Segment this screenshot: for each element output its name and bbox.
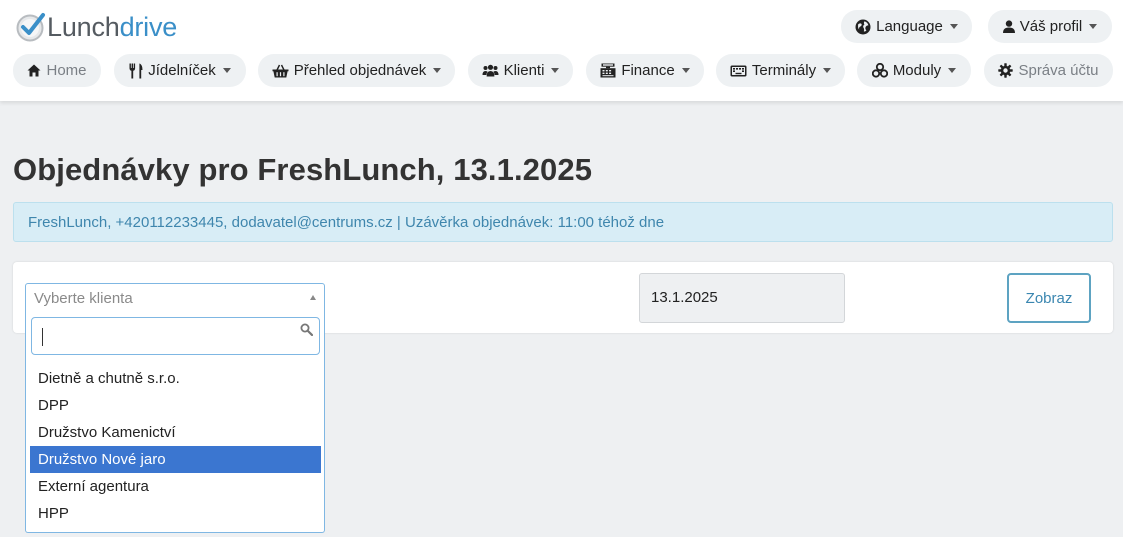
checkmark-logo-icon [16,13,45,42]
nav-account-settings-label: Správa účtu [1018,62,1099,79]
nav-account-settings[interactable]: Správa účtu [984,54,1113,87]
client-option-highlighted[interactable]: Družstvo Nové jaro [30,446,321,473]
chevron-down-icon [222,68,231,73]
chevron-down-icon [551,68,560,73]
nav-home[interactable]: Home [13,54,101,87]
chevron-up-icon [310,295,316,300]
client-option[interactable]: HPP [30,500,321,527]
nav-menu-label: Jídelníček [148,62,216,79]
supplier-info-alert: FreshLunch, +420112233445, dodavatel@cen… [13,202,1113,242]
nav-orders-label: Přehled objednávek [293,62,427,79]
nav-modules-label: Moduly [892,62,942,79]
language-dropdown[interactable]: Language [841,10,972,43]
user-icon [1002,20,1015,33]
show-button[interactable]: Zobraz [1007,273,1091,323]
globe-icon [855,19,871,34]
chevron-down-icon [1089,24,1098,29]
brand-name: Lunchdrive [47,11,178,42]
keyboard-icon [730,65,747,76]
client-dropdown: Dietně a chutně s.r.o. DPP Družstvo Kame… [25,312,325,533]
nav-finance[interactable]: Finance [586,54,704,87]
nav-menu[interactable]: Jídelníček [114,54,246,87]
nav-finance-label: Finance [621,62,675,79]
nav-modules[interactable]: Moduly [857,54,971,87]
gear-icon [998,63,1014,78]
home-icon [27,64,41,77]
nav-home-label: Home [46,62,87,79]
client-options-list: Dietně a chutně s.r.o. DPP Družstvo Kame… [30,365,321,527]
modules-icon [871,63,888,78]
client-option[interactable]: Externí agentura [30,473,321,500]
text-cursor [42,328,43,346]
nav-clients[interactable]: Klienti [468,54,573,87]
cutlery-icon [129,63,143,78]
nav-clients-label: Klienti [503,62,545,79]
users-icon [482,64,499,77]
profile-dropdown[interactable]: Váš profil [988,10,1112,43]
nav-terminals[interactable]: Terminály [716,54,845,87]
nav-orders[interactable]: Přehled objednávek [258,54,455,87]
top-navbar: Lunchdrive Language Váš profil Home Jíde… [0,0,1123,101]
chevron-down-icon [823,68,832,73]
client-search-input[interactable] [31,317,320,355]
client-select[interactable]: Vyberte klienta [25,283,325,313]
cash-register-icon [600,63,616,78]
basket-icon [272,64,289,77]
client-select-placeholder: Vyberte klienta [34,290,133,307]
profile-label: Váš profil [1019,18,1083,35]
client-option[interactable]: Družstvo Kamenictví [30,419,321,446]
brand-logo[interactable]: Lunchdrive [14,10,177,44]
search-icon [300,323,313,336]
chevron-down-icon [433,68,442,73]
client-option[interactable]: Dietně a chutně s.r.o. [30,365,321,392]
chevron-down-icon [949,24,958,29]
nav-terminals-label: Terminály [751,62,817,79]
client-option[interactable]: DPP [30,392,321,419]
language-label: Language [876,18,943,35]
chevron-down-icon [681,68,690,73]
date-input[interactable]: 13.1.2025 [639,273,845,323]
chevron-down-icon [948,68,957,73]
page-title: Objednávky pro FreshLunch, 13.1.2025 [13,152,593,187]
